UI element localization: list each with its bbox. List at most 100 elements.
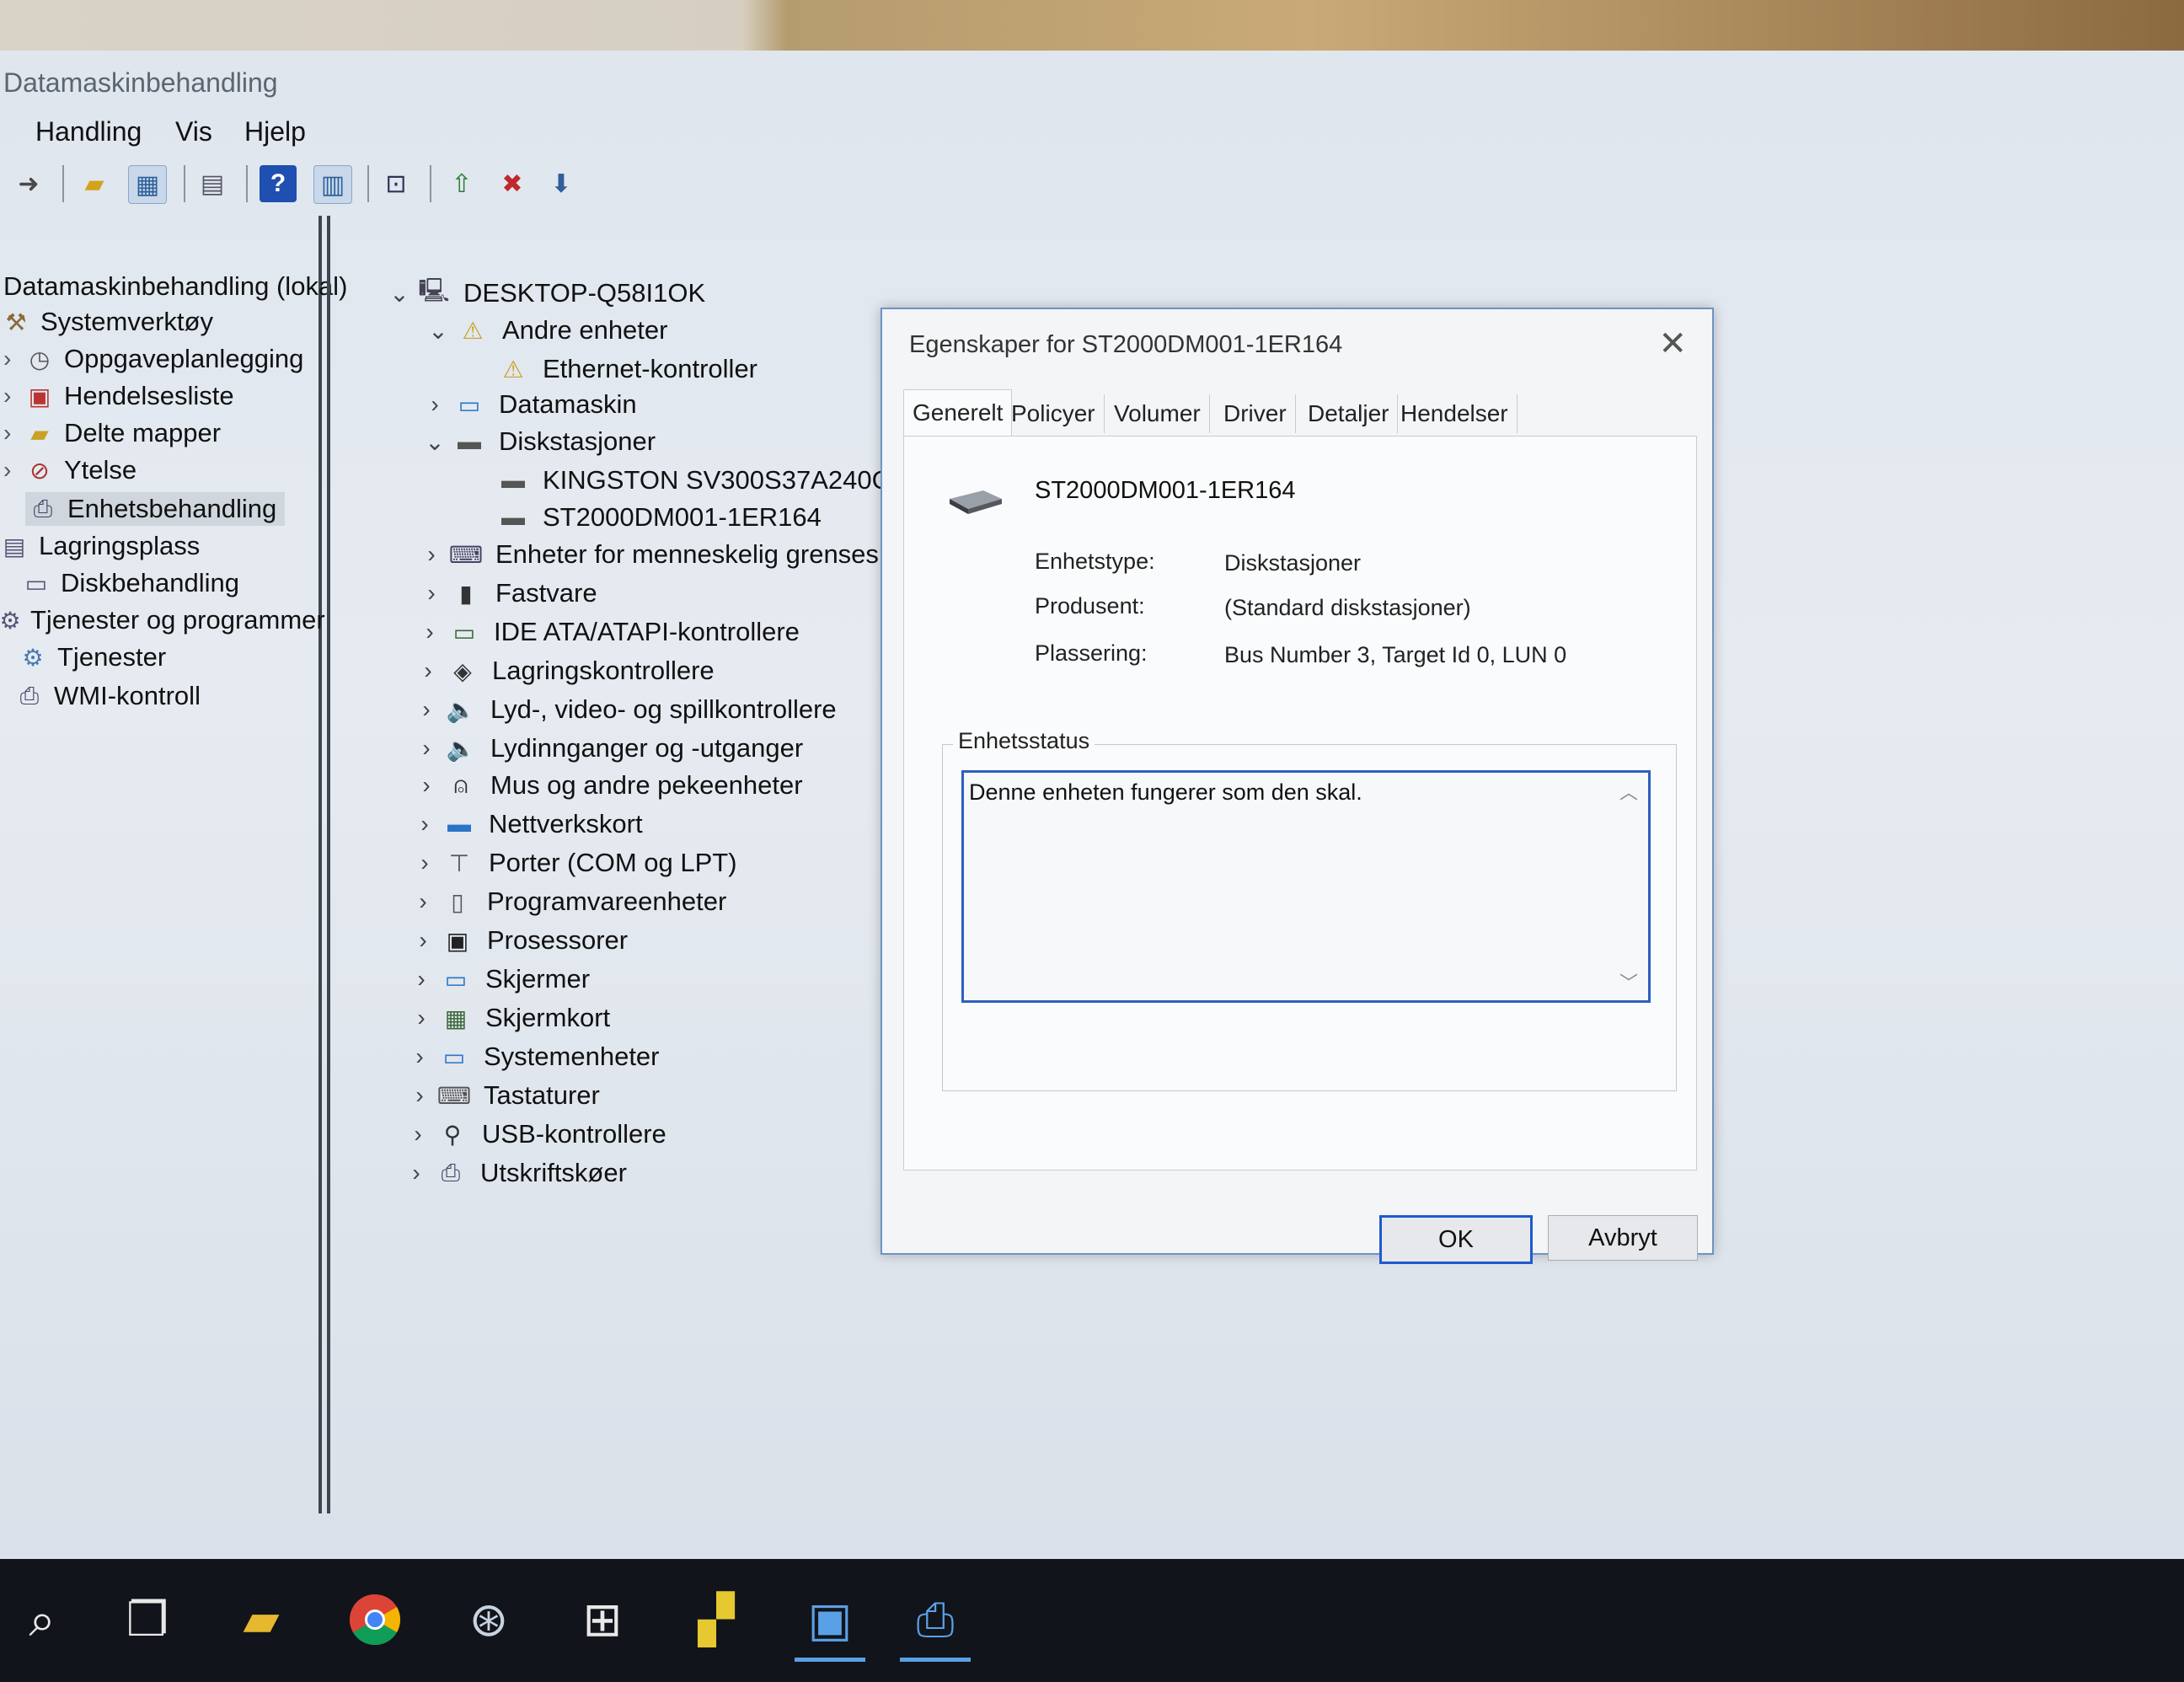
- tree-node-kingston[interactable]: ▬ KINGSTON SV300S37A240G: [495, 465, 892, 495]
- expand-chevron-icon[interactable]: ›: [408, 811, 442, 838]
- tree-node-label: Lyd-, video- og spillkontrollere: [490, 694, 837, 724]
- tree-node-st2000dm001[interactable]: ▬ ST2000DM001-1ER164: [495, 502, 822, 533]
- update-driver-icon[interactable]: ⇧: [443, 165, 480, 202]
- tree-item-delte-mapper[interactable]: › ▰ Delte mapper: [3, 418, 221, 448]
- up-folder-icon[interactable]: ▰: [76, 165, 113, 202]
- expand-chevron-icon[interactable]: ›: [410, 696, 443, 723]
- tree-node-ide-ata[interactable]: › ▭ IDE ATA/ATAPI-kontrollere: [413, 617, 800, 647]
- tab-policyer[interactable]: Policyer: [1003, 394, 1105, 433]
- scan-hardware-icon[interactable]: ⊡: [377, 165, 415, 202]
- task-view-icon[interactable]: ❐: [105, 1578, 190, 1662]
- tree-item-systemverktoy[interactable]: ⚒ Systemverktøy: [2, 307, 213, 337]
- tree-node-programvareenheter[interactable]: › ▯ Programvareenheter: [406, 887, 726, 917]
- properties-icon[interactable]: ▤: [194, 165, 231, 202]
- tree-node-diskstasjoner[interactable]: ⌄ ▬ Diskstasjoner: [418, 426, 656, 457]
- expand-chevron-icon[interactable]: ›: [3, 346, 25, 372]
- expand-chevron-icon[interactable]: ›: [411, 657, 445, 684]
- tree-item-ytelse[interactable]: › ⊘ Ytelse: [3, 455, 136, 485]
- tree-item-hendelsesliste[interactable]: › ▣ Hendelsesliste: [3, 381, 234, 411]
- expand-chevron-icon[interactable]: ›: [415, 580, 448, 607]
- tree-node-lydinnganger[interactable]: › 🔈 Lydinnganger og -utganger: [410, 733, 803, 763]
- expand-chevron-icon[interactable]: ›: [3, 420, 25, 447]
- tree-node-nettverkskort[interactable]: › ▬ Nettverkskort: [408, 809, 642, 839]
- app-icon[interactable]: ▞: [674, 1578, 758, 1662]
- tree-node-utskriftskoer[interactable]: › ⎙ Utskriftskøer: [399, 1158, 627, 1188]
- tab-volumer[interactable]: Volumer: [1105, 394, 1210, 433]
- steam-icon[interactable]: ⊛: [447, 1578, 531, 1662]
- tree-node-systemenheter[interactable]: › ▭ Systemenheter: [403, 1042, 659, 1072]
- expand-chevron-icon[interactable]: ›: [410, 735, 443, 762]
- tree-item-diskbehandling[interactable]: ▭ Diskbehandling: [22, 568, 239, 598]
- file-explorer-icon[interactable]: ▰: [219, 1578, 303, 1662]
- tree-root-computer-management[interactable]: Datamaskinbehandling (lokal): [3, 271, 347, 302]
- expand-chevron-icon[interactable]: ›: [3, 383, 25, 410]
- tree-item-oppgaveplanlegging[interactable]: › ◷ Oppgaveplanlegging: [3, 344, 303, 374]
- tree-item-tjenester-og-programmer[interactable]: ⚙ Tjenester og programmer: [0, 605, 325, 635]
- tab-driver[interactable]: Driver: [1215, 394, 1296, 433]
- tree-item-wmi-kontroll[interactable]: ⎙ WMI-kontroll: [15, 681, 201, 711]
- tree-node-tastaturer[interactable]: › ⌨ Tastaturer: [403, 1080, 600, 1111]
- menu-vis[interactable]: Vis: [175, 116, 212, 147]
- tree-item-enhetsbehandling[interactable]: ⎙ Enhetsbehandling: [25, 492, 286, 526]
- expand-chevron-icon[interactable]: ›: [403, 1043, 436, 1070]
- tree-node-mus[interactable]: › ⍝ Mus og andre pekeenheter: [410, 770, 802, 801]
- view-icon[interactable]: ▥: [313, 165, 352, 204]
- expand-chevron-icon[interactable]: ›: [406, 927, 440, 954]
- expand-chevron-icon[interactable]: ›: [415, 541, 448, 568]
- enable-device-icon[interactable]: ⬇: [543, 165, 580, 202]
- taskbar: ⌕ ❐ ▰ ⊛ ⊞ ▞ ▣ ⎙: [0, 1559, 2184, 1682]
- expand-chevron-icon[interactable]: ›: [413, 619, 447, 645]
- expand-chevron-icon[interactable]: ›: [3, 457, 25, 484]
- tree-node-ethernet-kontroller[interactable]: ⚠ Ethernet-kontroller: [495, 354, 757, 384]
- chrome-icon[interactable]: [333, 1578, 417, 1662]
- expand-chevron-icon[interactable]: ›: [401, 1121, 435, 1148]
- hid-icon: ⌨: [448, 541, 484, 568]
- scroll-down-icon[interactable]: ﹀: [1619, 968, 1638, 995]
- collapse-chevron-icon[interactable]: ⌄: [418, 428, 452, 456]
- tree-node-hid[interactable]: › ⌨ Enheter for menneskelig grensesnit: [415, 539, 906, 570]
- close-icon[interactable]: ✕: [1658, 324, 1687, 363]
- mouse-icon: ⍝: [453, 771, 468, 798]
- show-hide-tree-icon[interactable]: ▦: [128, 165, 167, 204]
- tab-detaljer[interactable]: Detaljer: [1299, 394, 1399, 433]
- expand-chevron-icon[interactable]: ›: [408, 849, 442, 876]
- help-icon[interactable]: ?: [260, 165, 297, 202]
- tree-node-computer[interactable]: ⌄ 🖳 DESKTOP-Q58I1OK: [383, 277, 705, 308]
- uninstall-device-icon[interactable]: ✖: [494, 165, 531, 202]
- scroll-up-icon[interactable]: ︿: [1619, 778, 1638, 805]
- device-status-textbox[interactable]: Denne enheten fungerer som den skal. ︿ ﹀: [961, 770, 1651, 1003]
- tree-node-datamaskin[interactable]: › ▭ Datamaskin: [418, 389, 636, 420]
- expand-chevron-icon[interactable]: ›: [403, 1082, 436, 1109]
- expand-chevron-icon[interactable]: ›: [410, 772, 443, 799]
- tree-item-label: Diskbehandling: [61, 568, 239, 597]
- collapse-chevron-icon[interactable]: ⌄: [383, 280, 416, 308]
- tree-node-prosessorer[interactable]: › ▣ Prosessorer: [406, 925, 628, 956]
- menu-hjelp[interactable]: Hjelp: [244, 116, 306, 147]
- back-arrow-icon[interactable]: ➜: [10, 165, 47, 202]
- tab-hendelser[interactable]: Hendelser: [1392, 394, 1518, 433]
- tree-node-skjermkort[interactable]: › ▦ Skjermkort: [404, 1003, 610, 1033]
- expand-chevron-icon[interactable]: ›: [418, 391, 452, 418]
- tree-item-lagringsplass[interactable]: ▤ Lagringsplass: [0, 531, 201, 561]
- expand-chevron-icon[interactable]: ›: [399, 1160, 433, 1187]
- tree-node-lagringskontrollere[interactable]: › ◈ Lagringskontrollere: [411, 656, 714, 686]
- expand-chevron-icon[interactable]: ›: [406, 888, 440, 915]
- tree-node-andre-enheter[interactable]: ⌄ ⚠ Andre enheter: [421, 315, 667, 346]
- tree-item-tjenester[interactable]: ⚙ Tjenester: [19, 642, 166, 672]
- tree-node-usb[interactable]: › ⚲ USB-kontrollere: [401, 1119, 666, 1149]
- search-icon[interactable]: ⌕: [0, 1578, 84, 1662]
- tree-node-lyd-video[interactable]: › 🔈 Lyd-, video- og spillkontrollere: [410, 694, 837, 725]
- expand-chevron-icon[interactable]: ›: [404, 1004, 438, 1031]
- store-icon[interactable]: ⊞: [560, 1578, 645, 1662]
- computer-management-icon[interactable]: ▣: [788, 1578, 872, 1662]
- tab-generelt[interactable]: Generelt: [903, 389, 1013, 436]
- expand-chevron-icon[interactable]: ›: [404, 966, 438, 993]
- ok-button[interactable]: OK: [1379, 1215, 1533, 1264]
- tree-node-porter[interactable]: › ⊤ Porter (COM og LPT): [408, 848, 736, 878]
- tree-node-fastvare[interactable]: › ▮ Fastvare: [415, 578, 597, 608]
- menu-handling[interactable]: Handling: [35, 116, 142, 147]
- cancel-button[interactable]: Avbryt: [1548, 1215, 1698, 1261]
- collapse-chevron-icon[interactable]: ⌄: [421, 317, 455, 345]
- device-manager-icon[interactable]: ⎙: [893, 1578, 977, 1662]
- tree-node-skjermer[interactable]: › ▭ Skjermer: [404, 964, 590, 994]
